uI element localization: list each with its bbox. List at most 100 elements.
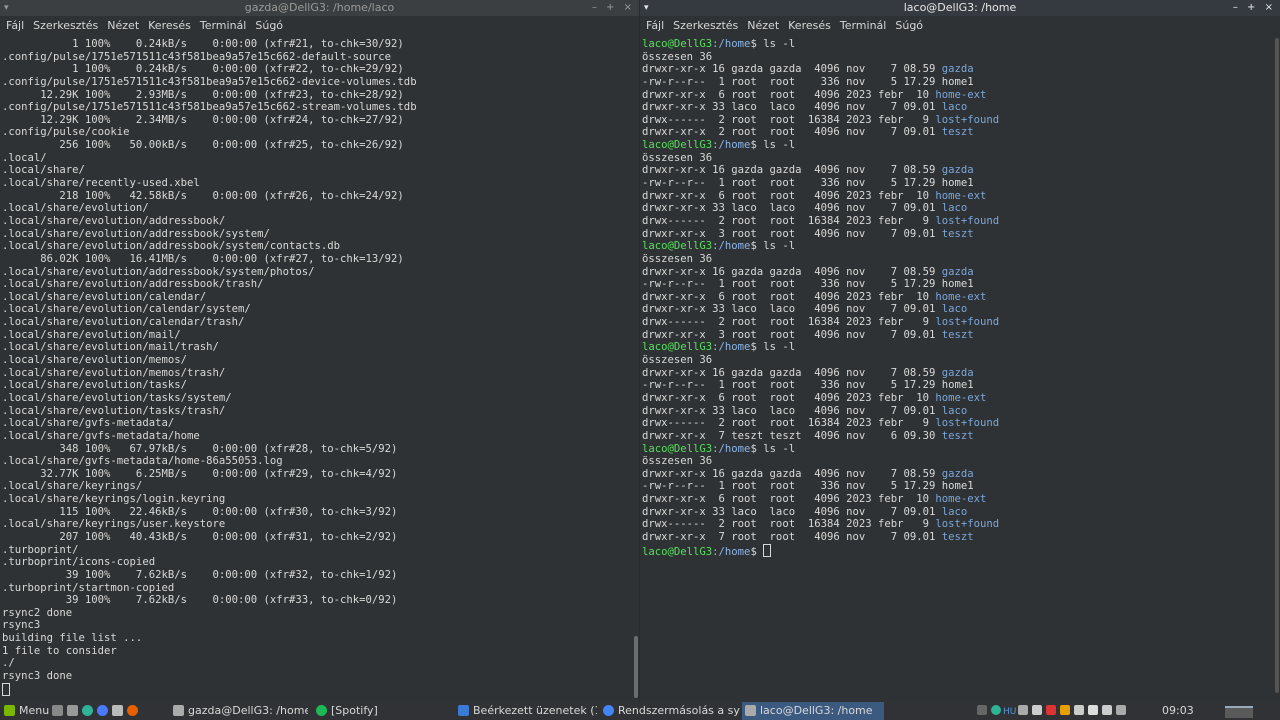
spotify-icon [316, 705, 327, 716]
menu-item[interactable]: Nézet [747, 19, 779, 32]
file-name[interactable]: home1 [942, 379, 974, 391]
file-name[interactable]: laco [942, 506, 968, 518]
taskbar-task[interactable]: Rendszermásolás a syst... [600, 702, 740, 720]
taskbar-task[interactable]: laco@DellG3: /home [742, 702, 884, 720]
file-name[interactable]: home1 [942, 278, 974, 290]
listing-row: -rw-r--r-- 1 root root 336 nov 5 17.29 h… [642, 177, 1272, 190]
file-meta: drwxr-xr-x 33 laco laco 4096 nov 7 09.01 [642, 404, 942, 417]
file-name[interactable]: home-ext [935, 291, 986, 303]
clock[interactable]: 09:03 [1162, 702, 1194, 720]
terminal-line: .local/share/evolution/addressbook/syste… [2, 240, 341, 253]
taskbar-task[interactable]: gazda@DellG3: /home/l... [170, 702, 308, 720]
listing-row: drwxr-xr-x 33 laco laco 4096 nov 7 09.01… [642, 405, 1272, 418]
start-menu-button[interactable]: Menu [4, 702, 49, 720]
window-menu-icon[interactable]: ▾ [644, 0, 649, 16]
file-name[interactable]: laco [942, 202, 968, 214]
right-titlebar[interactable]: ▾ laco@DellG3: /home – + × [640, 0, 1280, 16]
bluetooth-icon[interactable] [977, 705, 987, 715]
command-text: ls -l [763, 442, 796, 455]
battery-icon[interactable] [1116, 705, 1127, 715]
window-menu-icon[interactable]: ▾ [4, 0, 9, 16]
menu-item[interactable]: Keresés [788, 19, 831, 32]
update-icon[interactable] [82, 705, 93, 716]
file-name[interactable]: gazda [942, 164, 974, 176]
menu-item[interactable]: Keresés [148, 19, 191, 32]
messenger-icon[interactable] [97, 705, 108, 716]
left-titlebar[interactable]: ▾ gazda@DellG3: /home/laco – + × [0, 0, 639, 16]
menu-item[interactable]: Fájl [646, 19, 664, 32]
shield-icon[interactable] [1074, 705, 1085, 715]
mail-tray-icon[interactable] [1046, 705, 1057, 715]
file-name[interactable]: gazda [942, 367, 974, 379]
terminal-line: .config/pulse/1751e571511c43f581bea9a57e… [2, 75, 417, 88]
prompt-symbol: $ [750, 38, 764, 50]
update-tray-icon[interactable] [991, 705, 1001, 715]
file-name[interactable]: teszt [942, 531, 974, 543]
file-name[interactable]: home-ext [935, 392, 986, 404]
file-name[interactable]: home1 [942, 177, 974, 189]
file-name[interactable]: lost+found [935, 316, 999, 328]
left-terminal-window[interactable]: ▾ gazda@DellG3: /home/laco – + × Fájl Sze… [0, 0, 639, 702]
terminal-line: rsync3 done [2, 670, 73, 683]
file-meta: drwx------ 2 root root 16384 2023 febr 9 [642, 316, 936, 329]
file-name[interactable]: lost+found [935, 417, 999, 429]
display-icon[interactable] [1018, 705, 1029, 715]
file-meta: drwx------ 2 root root 16384 2023 febr 9 [642, 417, 936, 430]
keyboard-layout[interactable]: HU [1003, 707, 1016, 717]
file-name[interactable]: home-ext [935, 190, 986, 202]
menu-item[interactable]: Szerkesztés [673, 19, 738, 32]
terminal-line: .turboprint/icons-copied [2, 556, 156, 569]
terminal-line: .local/share/keyrings/user.keystore [2, 518, 226, 531]
volume-icon[interactable] [1032, 705, 1043, 715]
terminal-line: 218 100% 42.58kB/s 0:00:00 (xfr#26, to-c… [2, 189, 404, 202]
file-name[interactable]: teszt [942, 430, 974, 442]
file-name[interactable]: teszt [942, 126, 974, 138]
left-terminal-output[interactable]: 1 100% 0.24kB/s 0:00:00 (xfr#21, to-chk=… [2, 38, 631, 702]
file-name[interactable]: lost+found [935, 518, 999, 530]
window-controls[interactable]: – + × [1233, 0, 1276, 16]
checkbox-icon[interactable] [1102, 705, 1113, 715]
menu-item[interactable]: Szerkesztés [33, 19, 98, 32]
network-icon[interactable] [1088, 705, 1099, 715]
file-name[interactable]: teszt [942, 228, 974, 240]
file-name[interactable]: laco [942, 101, 968, 113]
terminal-line: .local/share/evolution/tasks/system/ [2, 391, 232, 404]
prompt-path: :/home [712, 38, 751, 50]
file-name[interactable]: home1 [942, 76, 974, 88]
screenshot-icon[interactable] [112, 705, 123, 716]
show-desktop-icon[interactable] [52, 705, 63, 716]
file-name[interactable]: laco [942, 303, 968, 315]
menu-item[interactable]: Fájl [6, 19, 24, 32]
file-name[interactable]: gazda [942, 266, 974, 278]
firefox-icon[interactable] [127, 705, 138, 716]
weather-icon[interactable] [1060, 705, 1071, 715]
file-name[interactable]: teszt [942, 329, 974, 341]
files-icon[interactable] [67, 705, 78, 716]
menu-item[interactable]: Nézet [107, 19, 139, 32]
taskbar-task[interactable]: [Spotify] [313, 702, 451, 720]
file-name[interactable]: lost+found [935, 215, 999, 227]
file-name[interactable]: home-ext [935, 89, 986, 101]
menu-item[interactable]: Súgó [255, 19, 283, 32]
file-meta: -rw-r--r-- 1 root root 336 nov 5 17.29 [642, 379, 942, 392]
menu-item[interactable]: Súgó [895, 19, 923, 32]
right-scrollbar-track[interactable] [1275, 38, 1279, 693]
prompt-user: laco@DellG3 [642, 545, 713, 558]
file-name[interactable]: laco [942, 405, 968, 417]
file-name[interactable]: home1 [942, 480, 974, 492]
file-name[interactable]: lost+found [935, 114, 999, 126]
right-terminal-output[interactable]: laco@DellG3:/home$ ls -l összesen 36 drwxr… [642, 38, 1272, 702]
menu-item[interactable]: Terminál [200, 19, 247, 32]
file-meta: drwxr-xr-x 16 gazda gazda 4096 nov 7 08.… [642, 467, 942, 480]
terminal-line: 1 100% 0.24kB/s 0:00:00 (xfr#22, to-chk=… [2, 63, 404, 76]
file-meta: drwxr-xr-x 33 laco laco 4096 nov 7 09.01 [642, 202, 942, 215]
taskbar-task[interactable]: Beérkezett üzenetek (11... [455, 702, 597, 720]
window-controls[interactable]: – + × [592, 0, 635, 16]
file-name[interactable]: gazda [942, 63, 974, 75]
menu-item[interactable]: Terminál [840, 19, 887, 32]
file-name[interactable]: gazda [942, 468, 974, 480]
workspace-switcher[interactable] [1225, 706, 1253, 718]
right-terminal-window[interactable]: ▾ laco@DellG3: /home – + × Fájl Szerkeszt… [640, 0, 1280, 702]
file-name[interactable]: home-ext [935, 493, 986, 505]
left-scrollbar-thumb[interactable] [634, 636, 638, 698]
